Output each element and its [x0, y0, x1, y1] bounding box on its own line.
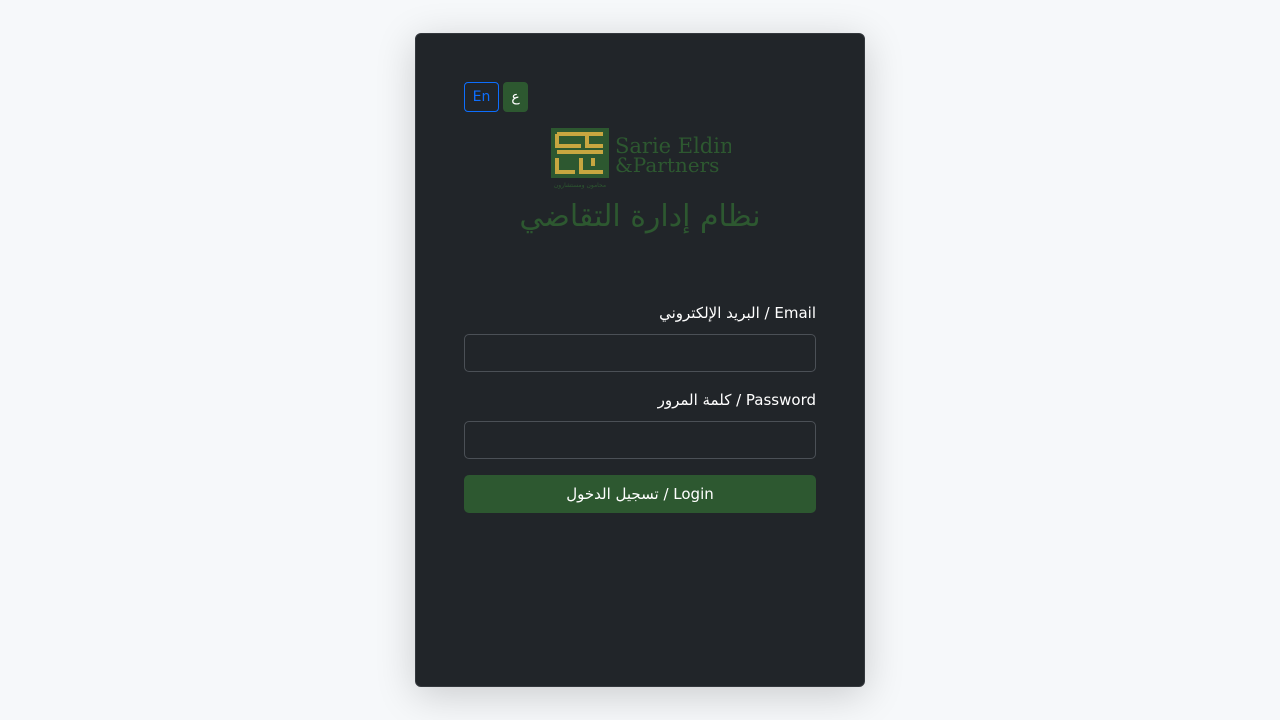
- password-label: كلمة المرور / Password: [657, 391, 816, 409]
- page-title: نظام إدارة التقاضي: [519, 199, 761, 234]
- email-field[interactable]: [464, 334, 816, 372]
- logo-brand-line2: &Partners: [615, 153, 719, 177]
- lang-ar-button[interactable]: ع: [503, 82, 528, 112]
- login-button[interactable]: تسجيل الدخول / Login: [464, 475, 816, 513]
- login-card: En ع Sarie Eldin &Partners محامون ومستشا…: [415, 33, 865, 687]
- email-label: البريد الإلكتروني / Email: [659, 304, 816, 322]
- company-logo: Sarie Eldin &Partners محامون ومستشارون: [551, 128, 731, 189]
- password-field[interactable]: [464, 421, 816, 459]
- logo-tagline: محامون ومستشارون: [554, 182, 606, 189]
- lang-en-button[interactable]: En: [464, 82, 499, 112]
- language-switcher: En ع: [464, 82, 528, 112]
